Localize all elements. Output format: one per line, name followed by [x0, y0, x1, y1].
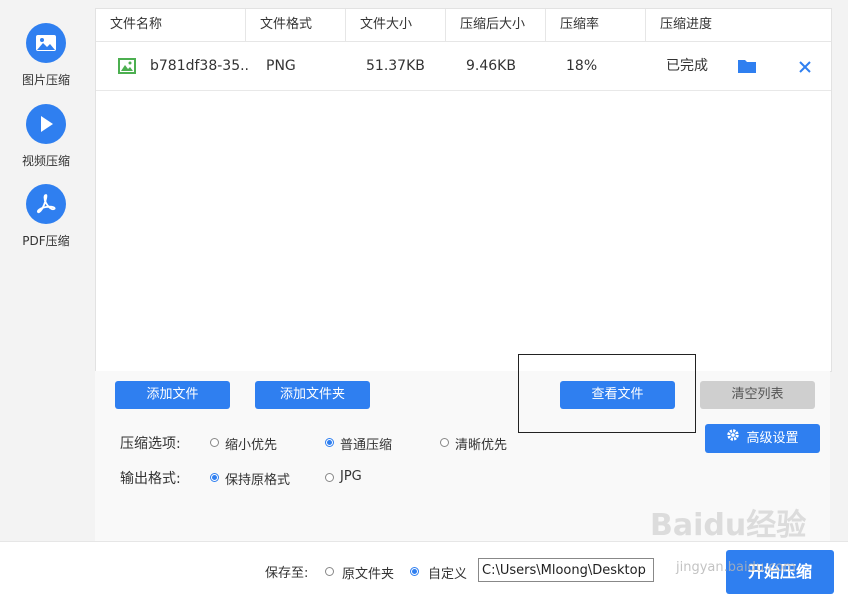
sidebar-item-label: 视频压缩	[21, 154, 70, 168]
sidebar-item-video-compress[interactable]: 视频压缩	[0, 104, 92, 169]
radio-compress-clear[interactable]	[440, 438, 449, 447]
radio-label: 普通压缩	[340, 438, 393, 453]
compression-options-label: 压缩选项:	[120, 436, 181, 452]
radio-label: 清晰优先	[455, 438, 508, 453]
compression-ratio: 18%	[566, 58, 598, 74]
radio-jpg[interactable]	[325, 473, 334, 482]
folder-icon[interactable]	[737, 58, 757, 78]
radio-keep-format[interactable]	[210, 473, 219, 482]
file-size: 51.37KB	[366, 58, 425, 74]
play-icon	[26, 104, 66, 144]
column-header-progress: 压缩进度	[660, 17, 713, 32]
compression-status: 已完成	[666, 58, 708, 74]
advanced-settings-button[interactable]: 高级设置	[705, 424, 820, 453]
radio-custom-folder[interactable]	[410, 567, 419, 576]
radio-label: 自定义	[428, 567, 468, 582]
column-header-format: 文件格式	[246, 9, 346, 41]
image-icon	[26, 23, 66, 63]
sidebar-item-image-compress[interactable]: 图片压缩	[0, 23, 92, 88]
file-list-panel: 文件名称 文件格式 文件大小 压缩后大小 压缩率 压缩进度 b781df38-3…	[95, 8, 832, 372]
watermark-url: jingyan.baidu.com	[676, 560, 796, 575]
file-name: b781df38-35...	[150, 58, 250, 74]
add-file-button[interactable]: 添加文件	[115, 381, 230, 409]
column-header-size: 文件大小	[346, 9, 446, 41]
sidebar-item-label: 图片压缩	[21, 73, 70, 87]
radio-original-folder[interactable]	[325, 567, 334, 576]
add-folder-button[interactable]: 添加文件夹	[255, 381, 370, 409]
radio-compress-normal[interactable]	[325, 438, 334, 447]
image-file-icon	[118, 58, 136, 78]
view-file-button[interactable]: 查看文件	[560, 381, 675, 409]
save-path-input[interactable]	[478, 558, 654, 582]
close-icon[interactable]	[799, 58, 811, 77]
file-format: PNG	[266, 58, 296, 74]
watermark-logo: Baidu经验	[650, 508, 807, 543]
radio-label: 缩小优先	[225, 438, 278, 453]
radio-label: JPG	[340, 469, 362, 484]
radio-label: 原文件夹	[342, 567, 395, 582]
column-header-compressed-size: 压缩后大小	[446, 9, 546, 41]
sidebar-item-pdf-compress[interactable]: PDF压缩	[0, 184, 92, 249]
column-header-ratio: 压缩率	[546, 9, 646, 41]
sidebar-item-label: PDF压缩	[22, 234, 70, 248]
pdf-icon	[26, 184, 66, 224]
clear-list-button[interactable]: 清空列表	[700, 381, 815, 409]
sidebar: 图片压缩 视频压缩 PDF压缩	[0, 0, 92, 598]
gear-icon	[726, 424, 740, 453]
column-header-name: 文件名称	[96, 9, 246, 41]
radio-label: 保持原格式	[225, 473, 291, 488]
radio-compress-small[interactable]	[210, 438, 219, 447]
output-format-label: 输出格式:	[120, 471, 181, 487]
compressed-size: 9.46KB	[466, 58, 516, 74]
table-row[interactable]: b781df38-35... PNG 51.37KB 9.46KB 18% 已完…	[96, 42, 831, 91]
save-to-label: 保存至:	[265, 566, 309, 581]
table-header: 文件名称 文件格式 文件大小 压缩后大小 压缩率 压缩进度	[96, 9, 831, 42]
advanced-settings-label: 高级设置	[746, 431, 799, 446]
